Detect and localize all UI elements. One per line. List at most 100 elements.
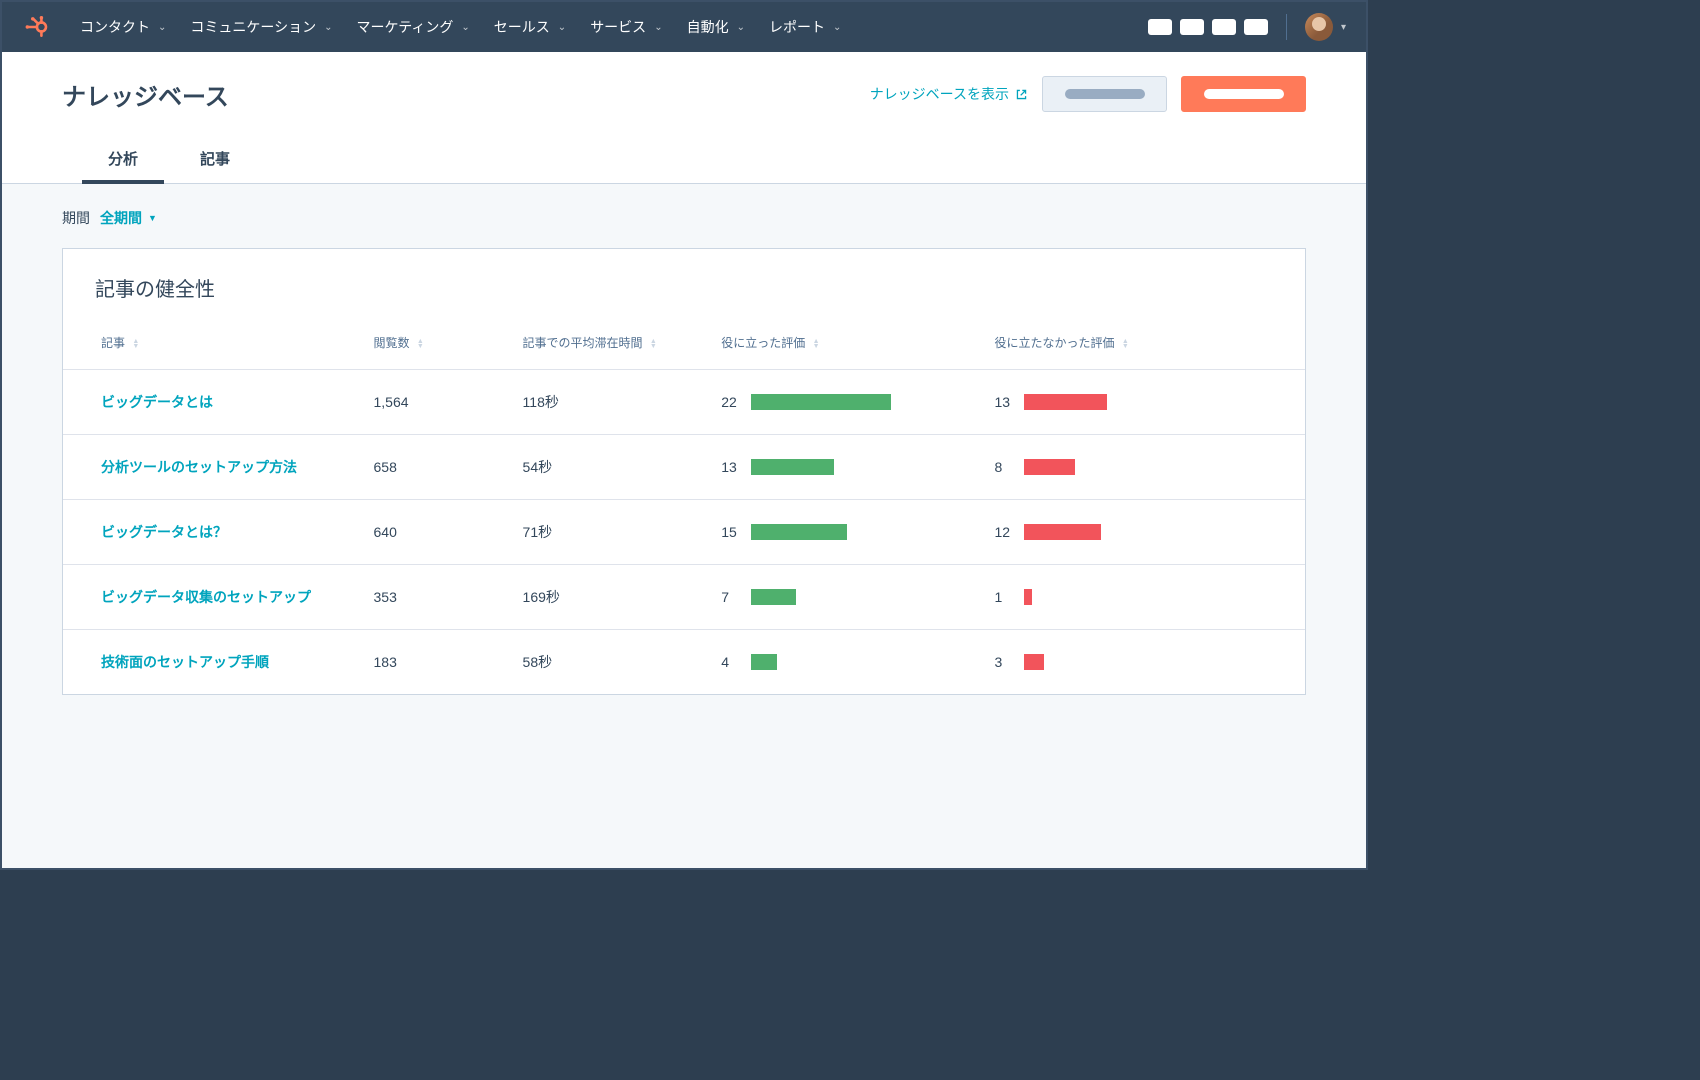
bar-fill (751, 654, 776, 670)
sort-icon: ▲▼ (417, 339, 424, 349)
article-health-table: 記事 ▲▼ 閲覧数 ▲▼ 記事での平均滞在時間 ▲▼ 役に立った評価 (63, 324, 1305, 694)
bar-fill (1024, 589, 1032, 605)
article-link[interactable]: 分析ツールのセットアップ方法 (101, 459, 297, 475)
table-row: ビッグデータとは？ 64071秒15 12 (63, 500, 1305, 565)
bar-value: 1 (994, 589, 1014, 605)
nav-action-2[interactable] (1180, 19, 1204, 35)
bar-value: 22 (721, 394, 741, 410)
views-cell: 640 (374, 500, 523, 565)
helpful-cell: 7 (721, 565, 994, 630)
nav-action-3[interactable] (1212, 19, 1236, 35)
top-nav: コンタクト⌄コミュニケーション⌄マーケティング⌄セールス⌄サービス⌄自動化⌄レポ… (2, 2, 1366, 52)
nav-item-2[interactable]: マーケティング ⌄ (347, 11, 480, 43)
nav-item-0[interactable]: コンタクト ⌄ (70, 11, 176, 43)
bar-value: 3 (994, 654, 1014, 670)
article-link[interactable]: 技術面のセットアップ手順 (101, 654, 269, 670)
unhelpful-cell: 3 (994, 630, 1305, 695)
sort-icon: ▲▼ (813, 339, 820, 349)
nav-action-4[interactable] (1244, 19, 1268, 35)
chevron-down-icon: ⌄ (461, 22, 469, 33)
bar-value: 12 (994, 524, 1014, 540)
avg-time-cell: 58秒 (523, 630, 722, 695)
content-area: 期間 全期間 ▼ 記事の健全性 記事 ▲▼ 閲覧数 ▲▼ (2, 184, 1366, 868)
bar-fill (751, 459, 834, 475)
bar-value: 13 (994, 394, 1014, 410)
tab-analytics[interactable]: 分析 (102, 138, 144, 183)
bar-fill (751, 394, 891, 410)
view-kb-link[interactable]: ナレッジベースを表示 (870, 84, 1028, 104)
filter-value-text: 全期間 (100, 208, 142, 228)
caret-down-icon: ▼ (148, 213, 157, 223)
bar-fill (751, 524, 846, 540)
views-cell: 1,564 (374, 370, 523, 435)
col-header-article[interactable]: 記事 ▲▼ (63, 324, 374, 370)
bar-fill (751, 589, 796, 605)
views-cell: 658 (374, 435, 523, 500)
sort-icon: ▲▼ (1122, 339, 1129, 349)
separator (1286, 14, 1287, 40)
tab-articles-label: 記事 (200, 151, 230, 168)
article-link[interactable]: ビッグデータとは？ (101, 524, 227, 540)
col-header-views[interactable]: 閲覧数 ▲▼ (374, 324, 523, 370)
chevron-down-icon: ⌄ (324, 22, 332, 33)
avg-time-cell: 54秒 (523, 435, 722, 500)
nav-item-1[interactable]: コミュニケーション⌄ (180, 11, 342, 43)
unhelpful-cell: 8 (994, 435, 1305, 500)
nav-item-4[interactable]: サービス⌄ (580, 11, 672, 43)
unhelpful-cell: 1 (994, 565, 1305, 630)
bar-value: 15 (721, 524, 741, 540)
nav-item-label: 自動化 (687, 17, 729, 37)
nav-item-label: マーケティング (357, 17, 454, 37)
filter-label: 期間 (62, 208, 90, 228)
card-title: 記事の健全性 (63, 249, 1305, 324)
view-kb-label: ナレッジベースを表示 (870, 84, 1009, 104)
bar-value: 7 (721, 589, 741, 605)
logo[interactable] (22, 13, 50, 41)
sort-icon: ▲▼ (650, 339, 657, 349)
article-link[interactable]: ビッグデータ収集のセットアップ (101, 589, 311, 605)
nav-item-label: レポート (769, 17, 825, 37)
external-link-icon (1015, 88, 1028, 101)
avg-time-cell: 169秒 (523, 565, 722, 630)
chevron-down-icon: ⌄ (833, 22, 841, 33)
col-header-avg-time[interactable]: 記事での平均滞在時間 ▲▼ (523, 324, 722, 370)
nav-item-6[interactable]: レポート ⌄ (759, 11, 851, 43)
bar-fill (1024, 524, 1100, 540)
filter-period-dropdown[interactable]: 全期間 ▼ (100, 208, 157, 228)
nav-item-5[interactable]: 自動化 ⌄ (677, 11, 755, 43)
unhelpful-cell: 12 (994, 500, 1305, 565)
bar-value: 8 (994, 459, 1014, 475)
sort-icon: ▲▼ (132, 339, 139, 349)
chevron-down-icon[interactable]: ▾ (1341, 22, 1346, 33)
avg-time-cell: 71秒 (523, 500, 722, 565)
helpful-cell: 13 (721, 435, 994, 500)
views-cell: 353 (374, 565, 523, 630)
bar-fill (1024, 459, 1075, 475)
nav-action-1[interactable] (1148, 19, 1172, 35)
views-cell: 183 (374, 630, 523, 695)
helpful-cell: 22 (721, 370, 994, 435)
helpful-cell: 15 (721, 500, 994, 565)
tab-articles[interactable]: 記事 (194, 138, 236, 183)
avg-time-cell: 118秒 (523, 370, 722, 435)
sprocket-icon (23, 14, 49, 40)
avatar[interactable] (1305, 13, 1333, 41)
nav-item-label: コンタクト (80, 17, 150, 37)
chevron-down-icon: ⌄ (737, 22, 745, 33)
page-header: ナレッジベース ナレッジベースを表示 分析 記事 (2, 52, 1366, 184)
secondary-button[interactable] (1042, 76, 1167, 112)
article-link[interactable]: ビッグデータとは (101, 394, 213, 410)
bar-fill (1024, 654, 1043, 670)
article-health-card: 記事の健全性 記事 ▲▼ 閲覧数 ▲▼ 記事での平均滞在時間 (62, 248, 1306, 695)
table-row: 技術面のセットアップ手順18358秒43 (63, 630, 1305, 695)
table-row: ビッグデータとは 1,564118秒22 13 (63, 370, 1305, 435)
chevron-down-icon: ⌄ (158, 22, 166, 33)
nav-item-3[interactable]: セールス⌄ (484, 11, 576, 43)
primary-button[interactable] (1181, 76, 1306, 112)
nav-item-label: セールス (494, 17, 550, 37)
chevron-down-icon: ⌄ (654, 22, 662, 33)
col-header-helpful[interactable]: 役に立った評価 ▲▼ (721, 324, 994, 370)
bar-fill (1024, 394, 1107, 410)
col-header-unhelpful[interactable]: 役に立たなかった評価 ▲▼ (994, 324, 1305, 370)
bar-value: 13 (721, 459, 741, 475)
